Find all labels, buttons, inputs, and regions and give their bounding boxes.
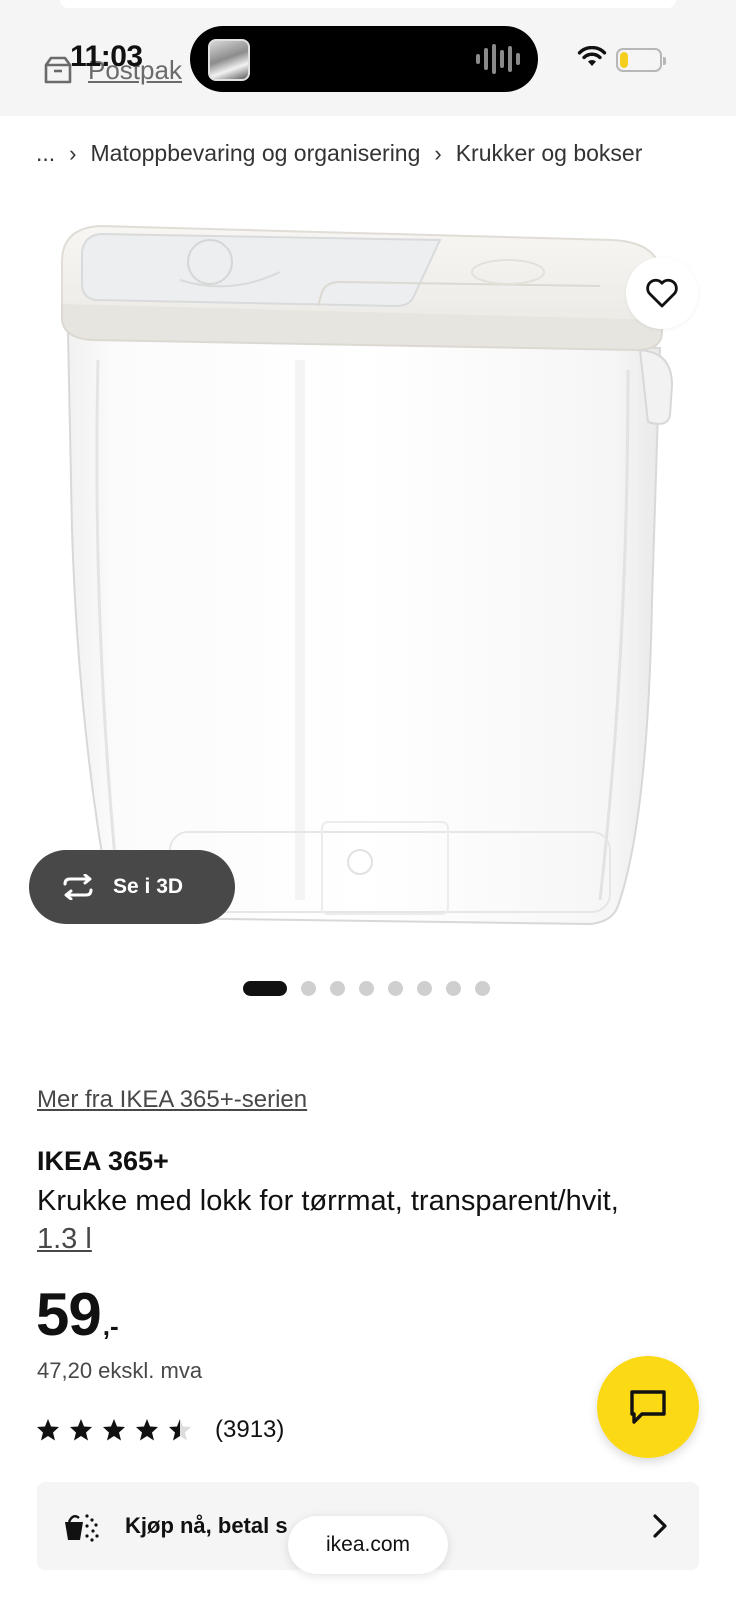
rating-summary[interactable]: (3913) [36, 1416, 284, 1444]
star-full-icon [136, 1419, 158, 1441]
carousel-dot[interactable] [330, 981, 345, 996]
audio-waveform-icon [476, 44, 520, 74]
carousel-dot[interactable] [301, 981, 316, 996]
chat-button[interactable] [597, 1356, 699, 1458]
shopping-bag-icon [65, 1514, 99, 1542]
chat-bubble-icon [630, 1390, 666, 1424]
browser-url-bar[interactable]: ikea.com [288, 1516, 448, 1574]
media-thumbnail [208, 39, 250, 81]
previous-sheet-edge [60, 0, 676, 8]
status-time: 11:03 [70, 40, 143, 73]
breadcrumb-item-jars[interactable]: Krukker og bokser [456, 140, 643, 167]
chevron-right-icon: › [434, 140, 442, 166]
buy-now-label: Kjøp nå, betal s [125, 1513, 288, 1538]
chevron-right-icon [653, 1514, 667, 1538]
image-carousel-dots [243, 981, 490, 996]
rating-count: (3913) [215, 1416, 285, 1443]
price-main: 59 [36, 1281, 102, 1348]
carousel-dot[interactable] [388, 981, 403, 996]
star-half-icon [169, 1419, 191, 1441]
rating-stars [36, 1418, 192, 1442]
browser-url-text: ikea.com [325, 1533, 411, 1556]
product-price: 59 ,- [36, 1280, 119, 1349]
see-in-3d-button[interactable]: Se i 3D [29, 850, 235, 924]
product-image[interactable] [0, 200, 736, 950]
breadcrumb-ellipsis[interactable]: ... [36, 140, 55, 167]
battery-level [620, 52, 628, 68]
battery-icon [616, 48, 666, 72]
carousel-dot[interactable] [475, 981, 490, 996]
carousel-dot-active[interactable] [243, 981, 287, 996]
product-description-text: Krukke med lokk for tørrmat, transparent… [37, 1185, 619, 1217]
series-link[interactable]: Mer fra IKEA 365+-serien [37, 1086, 307, 1114]
star-full-icon [103, 1419, 125, 1441]
favorite-button[interactable] [626, 257, 698, 329]
breadcrumb: ... › Matoppbevaring og organisering › K… [36, 140, 642, 167]
wifi-icon [577, 46, 607, 66]
rotate-3d-icon [63, 874, 93, 900]
star-full-icon [37, 1419, 59, 1441]
carousel-dot[interactable] [359, 981, 374, 996]
breadcrumb-item-food-storage[interactable]: Matoppbevaring og organisering [91, 140, 421, 167]
product-description: Krukke med lokk for tørrmat, transparent… [37, 1182, 717, 1258]
see-in-3d-label: Se i 3D [113, 875, 184, 898]
carousel-dot[interactable] [446, 981, 461, 996]
carousel-dot[interactable] [417, 981, 432, 996]
product-size-link[interactable]: 1.3 l [37, 1223, 92, 1255]
heart-icon [646, 278, 678, 308]
chevron-right-icon: › [69, 140, 77, 166]
price-suffix: ,- [102, 1311, 119, 1341]
star-full-icon [70, 1419, 92, 1441]
price-excl-vat: 47,20 ekskl. mva [37, 1358, 203, 1383]
dynamic-island [190, 26, 538, 92]
product-brand: IKEA 365+ [37, 1146, 169, 1176]
